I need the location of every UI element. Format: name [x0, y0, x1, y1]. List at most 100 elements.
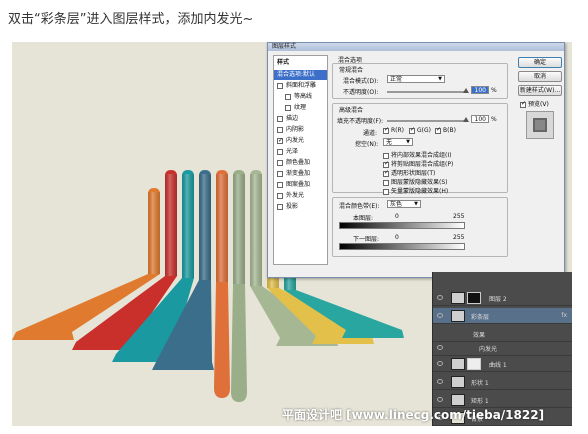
blend-clipped-checkbox[interactable]: 将剪贴图层混合成组(P) — [383, 159, 453, 168]
channel-b-checkbox[interactable]: B(B) — [435, 126, 456, 134]
stripe-highlight — [250, 174, 262, 286]
percent-unit: % — [491, 87, 497, 94]
checkbox-icon[interactable] — [277, 127, 283, 133]
checkbox-icon[interactable] — [277, 149, 283, 155]
layer-thumbnail — [451, 358, 465, 370]
opacity-input[interactable]: 100 — [471, 86, 489, 94]
group-title: 高级混合 — [339, 107, 364, 114]
underlying-layer-gradient-slider[interactable] — [339, 243, 465, 250]
eye-icon[interactable] — [437, 313, 443, 318]
slider-knob[interactable] — [463, 117, 469, 122]
new-style-button[interactable]: 新建样式(W)... — [518, 85, 562, 96]
checkbox-icon[interactable] — [383, 152, 389, 159]
layer-name: 效果 — [473, 332, 486, 339]
underlying-layer-max: 255 — [453, 234, 465, 241]
checkbox-icon[interactable] — [277, 116, 283, 122]
sidebar-item-pattern-overlay[interactable]: 图案叠加 — [274, 180, 327, 190]
stripe-highlight — [199, 174, 211, 280]
checkbox-icon[interactable] — [383, 160, 389, 168]
transparency-shapes-checkbox[interactable]: 透明形状图层(T) — [383, 168, 435, 177]
layer-mask-thumbnail — [467, 358, 481, 370]
layer-row[interactable]: 图层 2 — [433, 290, 572, 306]
sidebar-item-inner-glow[interactable]: 内发光 — [274, 136, 327, 146]
stripe-highlight — [148, 192, 160, 274]
eye-icon[interactable] — [437, 379, 443, 384]
slider-knob[interactable] — [463, 88, 469, 93]
sidebar-item-satin[interactable]: 光泽 — [274, 147, 327, 157]
sidebar-item-gradient-overlay[interactable]: 渐变叠加 — [274, 169, 327, 179]
blending-options-panel: 混合选项 常规混合 混合模式(D): 正常 ▼ 不透明度(O): 100 % 高级… — [332, 55, 508, 269]
chevron-down-icon: ▼ — [406, 139, 410, 145]
checkbox-icon[interactable] — [277, 160, 283, 166]
ok-button[interactable]: 确定 — [518, 57, 562, 68]
layer-row-selected[interactable]: 彩条层 fx — [433, 308, 572, 324]
sidebar-item-outer-glow[interactable]: 外发光 — [274, 191, 327, 201]
eye-icon[interactable] — [437, 361, 443, 366]
sidebar-item-label: 内发光 — [286, 137, 305, 144]
fx-icon[interactable]: fx — [561, 312, 567, 319]
vector-mask-hides-checkbox[interactable]: 矢量蒙版隐藏效果(H) — [383, 186, 448, 195]
sidebar-item-label: 描边 — [286, 115, 299, 122]
fill-opacity-slider[interactable] — [387, 117, 469, 122]
tutorial-caption: 双击“彩条层”进入图层样式，添加内发光~ — [8, 12, 254, 27]
sidebar-item-stroke[interactable]: 描边 — [274, 114, 327, 124]
sidebar-item-texture[interactable]: 纹理 — [274, 103, 327, 113]
layer-mask-thumbnail — [467, 292, 481, 304]
layer-effect-inner-glow-row[interactable]: 内发光 — [433, 340, 572, 356]
eye-icon[interactable] — [437, 397, 443, 402]
channel-r-checkbox[interactable]: R(R) — [383, 126, 405, 134]
checkbox-icon[interactable] — [520, 100, 526, 108]
layer-thumbnail — [451, 310, 465, 322]
sidebar-item-bevel-emboss[interactable]: 斜面和浮雕 — [274, 81, 327, 91]
sidebar-item-inner-shadow[interactable]: 内阴影 — [274, 125, 327, 135]
chevron-down-icon: ▼ — [438, 76, 442, 82]
sidebar-item-blending-options[interactable]: 混合选项:默认 — [274, 70, 327, 80]
sidebar-item-contour[interactable]: 等高线 — [274, 92, 327, 102]
checkbox-icon[interactable] — [277, 193, 283, 199]
checkbox-icon[interactable] — [277, 204, 283, 210]
checkbox-label: 将内部效果混合成组(I) — [391, 152, 452, 159]
checkbox-icon[interactable] — [409, 126, 415, 134]
blend-mode-select[interactable]: 正常 ▼ — [387, 75, 445, 83]
dialog-title: 图层样式 — [268, 43, 564, 51]
checkbox-icon[interactable] — [277, 83, 283, 89]
channel-label: B(B) — [443, 127, 456, 134]
layer-mask-hides-checkbox[interactable]: 图层蒙版隐藏效果(S) — [383, 177, 448, 186]
sidebar-item-label: 渐变叠加 — [286, 170, 311, 177]
fill-opacity-input[interactable]: 100 — [471, 115, 489, 123]
checkbox-icon[interactable] — [383, 188, 389, 195]
channel-g-checkbox[interactable]: G(G) — [409, 126, 431, 134]
checkbox-icon[interactable] — [383, 126, 389, 134]
blend-if-select[interactable]: 灰色 ▼ — [387, 200, 421, 208]
layer-thumbnail — [451, 394, 465, 406]
checkbox-icon[interactable] — [285, 94, 291, 100]
eye-icon[interactable] — [437, 295, 443, 300]
layer-row[interactable]: 曲线 1 — [433, 356, 572, 372]
checkbox-icon[interactable] — [277, 171, 283, 177]
checkbox-icon[interactable] — [383, 179, 389, 186]
checkbox-icon[interactable] — [277, 182, 283, 188]
sidebar-item-drop-shadow[interactable]: 投影 — [274, 202, 327, 212]
stripe-highlight — [165, 174, 177, 276]
underlying-layer-min: 0 — [395, 234, 399, 241]
sidebar-item-label: 内阴影 — [286, 126, 305, 133]
blend-interior-checkbox[interactable]: 将内部效果混合成组(I) — [383, 150, 451, 159]
checkbox-icon[interactable] — [285, 105, 291, 111]
sidebar-item-label: 投影 — [286, 203, 299, 210]
knockout-select[interactable]: 无 ▼ — [383, 138, 413, 146]
blend-if-label: 混合颜色带(E): — [339, 203, 380, 210]
layer-name: 内发光 — [479, 346, 498, 353]
cancel-button[interactable]: 取消 — [518, 71, 562, 82]
opacity-slider[interactable] — [387, 88, 469, 93]
this-layer-gradient-slider[interactable] — [339, 222, 465, 229]
channel-label: R(R) — [391, 127, 405, 134]
layer-name: 图层 2 — [489, 296, 507, 303]
checkbox-icon[interactable] — [277, 136, 283, 146]
preview-checkbox[interactable]: 预览(V) — [520, 99, 549, 108]
eye-icon[interactable] — [437, 345, 443, 350]
checkbox-icon[interactable] — [435, 126, 441, 134]
layer-row[interactable]: 形状 1 — [433, 374, 572, 390]
layer-style-dialog: 图层样式 样式 混合选项:默认 斜面和浮雕 等高线 纹理 描边 内阴影 内发光 … — [267, 42, 565, 278]
sidebar-item-color-overlay[interactable]: 颜色叠加 — [274, 158, 327, 168]
checkbox-icon[interactable] — [383, 169, 389, 177]
